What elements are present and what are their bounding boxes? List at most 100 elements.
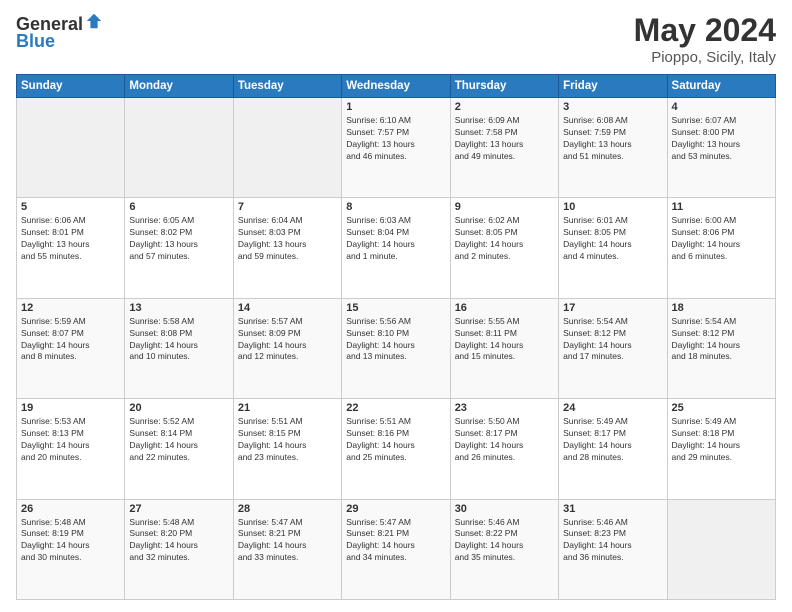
logo-icon: [85, 12, 103, 30]
day-info: Sunrise: 5:56 AMSunset: 8:10 PMDaylight:…: [346, 316, 445, 364]
calendar-cell: 1 Sunrise: 6:10 AMSunset: 7:57 PMDaylight…: [342, 98, 450, 198]
day-info: Sunrise: 5:50 AMSunset: 8:17 PMDaylight:…: [455, 416, 554, 464]
day-info: Sunrise: 5:49 AMSunset: 8:17 PMDaylight:…: [563, 416, 662, 464]
day-number: 9: [455, 201, 554, 213]
calendar-cell: 12 Sunrise: 5:59 AMSunset: 8:07 PMDayligh…: [17, 298, 125, 398]
day-info: Sunrise: 6:09 AMSunset: 7:58 PMDaylight:…: [455, 115, 554, 163]
day-info: Sunrise: 6:10 AMSunset: 7:57 PMDaylight:…: [346, 115, 445, 163]
day-number: 3: [563, 101, 662, 113]
main-title: May 2024: [634, 12, 776, 49]
calendar-cell: 6 Sunrise: 6:05 AMSunset: 8:02 PMDaylight…: [125, 198, 233, 298]
calendar-cell: [17, 98, 125, 198]
day-number: 24: [563, 402, 662, 414]
day-number: 14: [238, 302, 337, 314]
day-info: Sunrise: 5:54 AMSunset: 8:12 PMDaylight:…: [672, 316, 771, 364]
calendar-cell: [667, 499, 775, 599]
day-info: Sunrise: 5:53 AMSunset: 8:13 PMDaylight:…: [21, 416, 120, 464]
calendar-cell: 2 Sunrise: 6:09 AMSunset: 7:58 PMDaylight…: [450, 98, 558, 198]
day-info: Sunrise: 5:48 AMSunset: 8:19 PMDaylight:…: [21, 517, 120, 565]
day-number: 30: [455, 503, 554, 515]
calendar-week-3: 12 Sunrise: 5:59 AMSunset: 8:07 PMDayligh…: [17, 298, 776, 398]
col-header-wednesday: Wednesday: [342, 75, 450, 98]
day-info: Sunrise: 5:59 AMSunset: 8:07 PMDaylight:…: [21, 316, 120, 364]
day-info: Sunrise: 6:03 AMSunset: 8:04 PMDaylight:…: [346, 215, 445, 263]
col-header-tuesday: Tuesday: [233, 75, 341, 98]
calendar-cell: 5 Sunrise: 6:06 AMSunset: 8:01 PMDaylight…: [17, 198, 125, 298]
day-info: Sunrise: 6:05 AMSunset: 8:02 PMDaylight:…: [129, 215, 228, 263]
calendar-cell: 8 Sunrise: 6:03 AMSunset: 8:04 PMDaylight…: [342, 198, 450, 298]
calendar-cell: [125, 98, 233, 198]
day-info: Sunrise: 5:54 AMSunset: 8:12 PMDaylight:…: [563, 316, 662, 364]
day-info: Sunrise: 5:46 AMSunset: 8:22 PMDaylight:…: [455, 517, 554, 565]
day-info: Sunrise: 5:47 AMSunset: 8:21 PMDaylight:…: [346, 517, 445, 565]
day-number: 28: [238, 503, 337, 515]
day-number: 4: [672, 101, 771, 113]
col-header-friday: Friday: [559, 75, 667, 98]
day-info: Sunrise: 5:46 AMSunset: 8:23 PMDaylight:…: [563, 517, 662, 565]
day-number: 20: [129, 402, 228, 414]
day-number: 13: [129, 302, 228, 314]
subtitle: Pioppo, Sicily, Italy: [634, 49, 776, 66]
day-number: 23: [455, 402, 554, 414]
calendar-cell: 19 Sunrise: 5:53 AMSunset: 8:13 PMDayligh…: [17, 399, 125, 499]
calendar-cell: 7 Sunrise: 6:04 AMSunset: 8:03 PMDaylight…: [233, 198, 341, 298]
calendar-cell: 28 Sunrise: 5:47 AMSunset: 8:21 PMDayligh…: [233, 499, 341, 599]
day-number: 29: [346, 503, 445, 515]
day-info: Sunrise: 5:51 AMSunset: 8:16 PMDaylight:…: [346, 416, 445, 464]
calendar-cell: 13 Sunrise: 5:58 AMSunset: 8:08 PMDayligh…: [125, 298, 233, 398]
calendar-cell: 29 Sunrise: 5:47 AMSunset: 8:21 PMDayligh…: [342, 499, 450, 599]
calendar-cell: [233, 98, 341, 198]
page: General Blue May 2024 Pioppo, Sicily, It…: [0, 0, 792, 612]
calendar-header-row: SundayMondayTuesdayWednesdayThursdayFrid…: [17, 75, 776, 98]
day-info: Sunrise: 6:00 AMSunset: 8:06 PMDaylight:…: [672, 215, 771, 263]
day-number: 26: [21, 503, 120, 515]
day-info: Sunrise: 6:04 AMSunset: 8:03 PMDaylight:…: [238, 215, 337, 263]
calendar-cell: 23 Sunrise: 5:50 AMSunset: 8:17 PMDayligh…: [450, 399, 558, 499]
day-number: 8: [346, 201, 445, 213]
calendar-cell: 27 Sunrise: 5:48 AMSunset: 8:20 PMDayligh…: [125, 499, 233, 599]
day-number: 2: [455, 101, 554, 113]
day-number: 10: [563, 201, 662, 213]
day-number: 15: [346, 302, 445, 314]
day-number: 6: [129, 201, 228, 213]
day-info: Sunrise: 6:01 AMSunset: 8:05 PMDaylight:…: [563, 215, 662, 263]
calendar-week-2: 5 Sunrise: 6:06 AMSunset: 8:01 PMDaylight…: [17, 198, 776, 298]
day-number: 12: [21, 302, 120, 314]
calendar-cell: 11 Sunrise: 6:00 AMSunset: 8:06 PMDayligh…: [667, 198, 775, 298]
day-info: Sunrise: 6:08 AMSunset: 7:59 PMDaylight:…: [563, 115, 662, 163]
day-number: 5: [21, 201, 120, 213]
day-number: 1: [346, 101, 445, 113]
day-number: 21: [238, 402, 337, 414]
calendar-cell: 24 Sunrise: 5:49 AMSunset: 8:17 PMDayligh…: [559, 399, 667, 499]
col-header-thursday: Thursday: [450, 75, 558, 98]
logo-blue: Blue: [16, 31, 55, 52]
day-info: Sunrise: 5:48 AMSunset: 8:20 PMDaylight:…: [129, 517, 228, 565]
day-number: 25: [672, 402, 771, 414]
col-header-monday: Monday: [125, 75, 233, 98]
day-number: 31: [563, 503, 662, 515]
calendar-cell: 30 Sunrise: 5:46 AMSunset: 8:22 PMDayligh…: [450, 499, 558, 599]
day-info: Sunrise: 5:47 AMSunset: 8:21 PMDaylight:…: [238, 517, 337, 565]
calendar-cell: 4Sunrise: 6:07 AMSunset: 8:00 PMDaylight…: [667, 98, 775, 198]
col-header-saturday: Saturday: [667, 75, 775, 98]
calendar-cell: 17 Sunrise: 5:54 AMSunset: 8:12 PMDayligh…: [559, 298, 667, 398]
day-info: Sunrise: 6:06 AMSunset: 8:01 PMDaylight:…: [21, 215, 120, 263]
calendar-cell: 26 Sunrise: 5:48 AMSunset: 8:19 PMDayligh…: [17, 499, 125, 599]
day-number: 19: [21, 402, 120, 414]
calendar-cell: 15 Sunrise: 5:56 AMSunset: 8:10 PMDayligh…: [342, 298, 450, 398]
day-info: Sunrise: 5:49 AMSunset: 8:18 PMDaylight:…: [672, 416, 771, 464]
day-number: 22: [346, 402, 445, 414]
calendar-week-5: 26 Sunrise: 5:48 AMSunset: 8:19 PMDayligh…: [17, 499, 776, 599]
day-number: 27: [129, 503, 228, 515]
day-number: 17: [563, 302, 662, 314]
calendar-cell: 31 Sunrise: 5:46 AMSunset: 8:23 PMDayligh…: [559, 499, 667, 599]
day-info: Sunrise: 5:58 AMSunset: 8:08 PMDaylight:…: [129, 316, 228, 364]
title-block: May 2024 Pioppo, Sicily, Italy: [634, 12, 776, 66]
calendar-cell: 18Sunrise: 5:54 AMSunset: 8:12 PMDayligh…: [667, 298, 775, 398]
day-info: Sunrise: 5:57 AMSunset: 8:09 PMDaylight:…: [238, 316, 337, 364]
col-header-sunday: Sunday: [17, 75, 125, 98]
day-info: Sunrise: 5:51 AMSunset: 8:15 PMDaylight:…: [238, 416, 337, 464]
day-number: 16: [455, 302, 554, 314]
day-number: 7: [238, 201, 337, 213]
day-number: 11: [672, 201, 771, 213]
